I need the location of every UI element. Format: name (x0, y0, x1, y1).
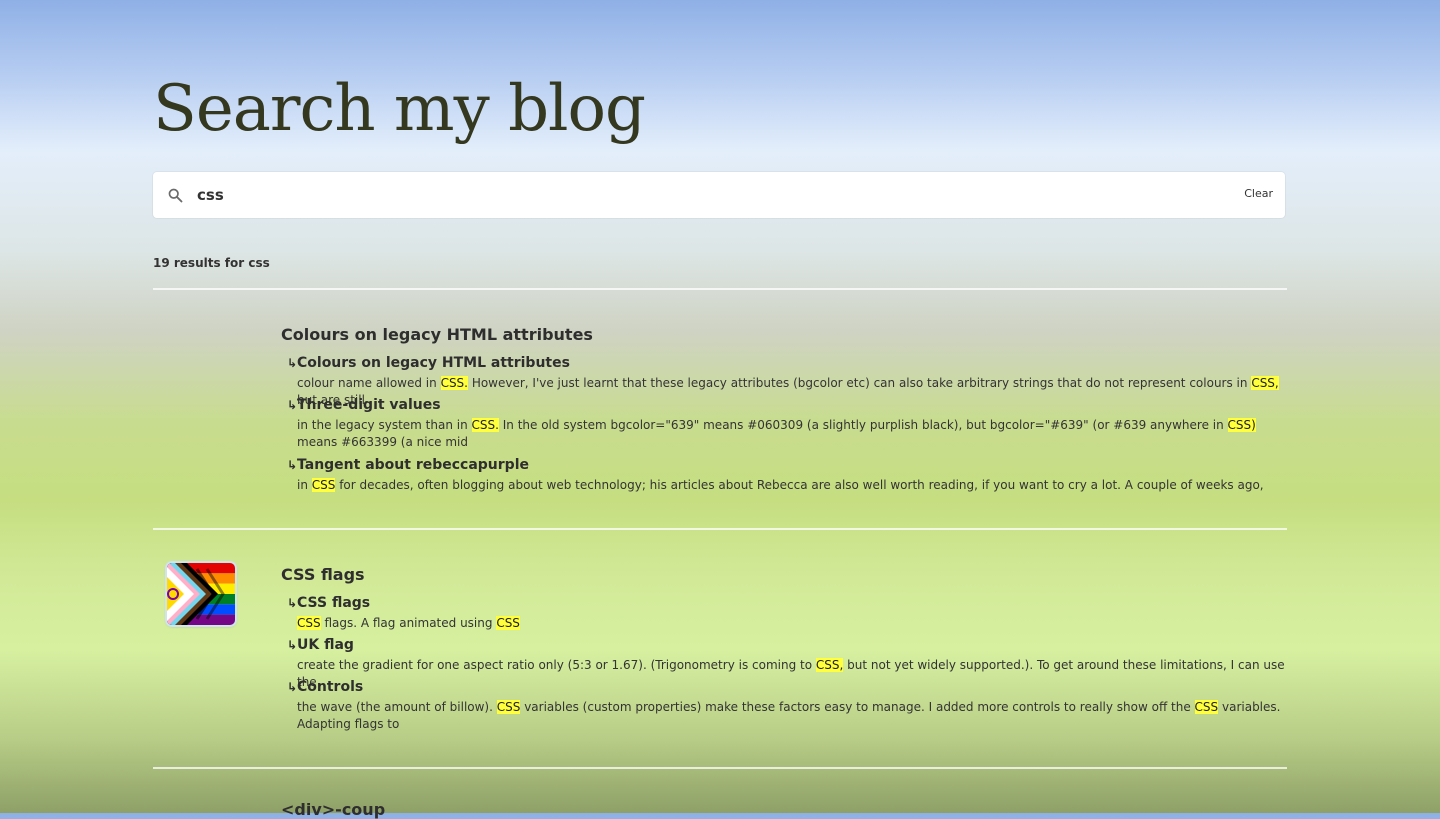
search-input[interactable] (197, 181, 1197, 209)
search-match-highlight: CSS (496, 616, 520, 630)
subsection-arrow-icon: ↳ (286, 596, 297, 610)
subsection-heading-link[interactable]: ↳ Tangent about rebeccapurple (281, 457, 1285, 473)
search-box[interactable]: Clear (153, 172, 1285, 218)
search-match-highlight: CSS) (1227, 418, 1256, 432)
result-subsection: ↳ CSS flags CSS flags. A flag animated u… (281, 595, 1285, 632)
search-match-highlight: CSS (1194, 700, 1219, 714)
result-snippet: in the legacy system than in CSS. In the… (297, 418, 1256, 449)
subsection-arrow-icon: ↳ (286, 356, 297, 370)
result-snippet: CSS flags. A flag animated using CSS (297, 616, 520, 630)
clear-button[interactable]: Clear (1244, 187, 1273, 200)
result-snippet: in CSS for decades, often blogging about… (297, 478, 1264, 492)
subsection-heading: Tangent about rebeccapurple (297, 457, 529, 473)
search-match-highlight: CSS. (440, 376, 468, 390)
divider (153, 767, 1287, 769)
search-match-highlight: CSS, (1251, 376, 1279, 390)
subsection-heading-link[interactable]: ↳ UK flag (281, 637, 1285, 653)
subsection-heading: Three-digit values (297, 397, 441, 413)
search-match-highlight: CSS (311, 478, 336, 492)
subsection-heading: Controls (297, 679, 364, 695)
result-subsection: ↳ Tangent about rebeccapurple in CSS for… (281, 457, 1285, 494)
subsection-heading-link[interactable]: ↳ CSS flags (281, 595, 1285, 611)
subsection-arrow-icon: ↳ (286, 458, 297, 472)
result-title-link[interactable]: Colours on legacy HTML attributes (281, 325, 593, 344)
subsection-heading: CSS flags (297, 595, 371, 611)
progress-pride-flag-icon[interactable] (167, 563, 235, 625)
search-match-highlight: CSS. (471, 418, 499, 432)
search-match-highlight: CSS (297, 616, 321, 630)
result-snippet: the wave (the amount of billow). CSS var… (297, 700, 1281, 731)
divider (153, 528, 1287, 530)
result-title-link[interactable]: <div>-coup (281, 800, 385, 819)
search-icon (168, 188, 183, 203)
subsection-arrow-icon: ↳ (286, 398, 297, 412)
subsection-heading-link[interactable]: ↳ Colours on legacy HTML attributes (281, 355, 1285, 371)
results-count: 19 results for css (153, 256, 270, 270)
subsection-heading: Colours on legacy HTML attributes (297, 355, 570, 371)
result-subsection: ↳ Three-digit values in the legacy syste… (281, 397, 1285, 451)
subsection-heading-link[interactable]: ↳ Controls (281, 679, 1285, 695)
divider (153, 288, 1287, 290)
subsection-heading: UK flag (297, 637, 354, 653)
subsection-heading-link[interactable]: ↳ Three-digit values (281, 397, 1285, 413)
subsection-arrow-icon: ↳ (286, 680, 297, 694)
page-title: Search my blog (153, 72, 646, 146)
subsection-arrow-icon: ↳ (286, 638, 297, 652)
search-match-highlight: CSS, (815, 658, 844, 672)
result-subsection: ↳ Controls the wave (the amount of billo… (281, 679, 1285, 733)
result-title-link[interactable]: CSS flags (281, 565, 365, 584)
search-match-highlight: CSS (496, 700, 521, 714)
